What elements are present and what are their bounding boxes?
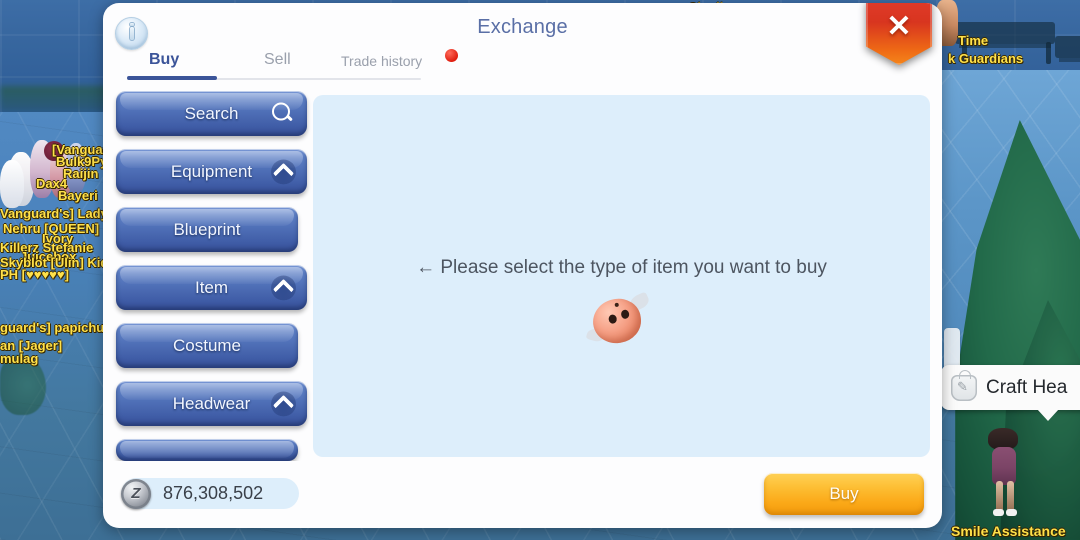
- player-name-label: mulag: [0, 351, 39, 366]
- chevron-up-icon: [271, 391, 296, 416]
- sidebar-item-costume[interactable]: Costume: [116, 323, 298, 368]
- player-sprite: [0, 160, 24, 208]
- sidebar-item-item[interactable]: Item: [116, 265, 307, 310]
- sidebar-item-label: Costume: [172, 335, 242, 355]
- player-name-label: Raijin: [63, 166, 99, 181]
- poring-eye: [608, 314, 618, 325]
- tab-active-indicator: [127, 76, 217, 80]
- tab-trade-history[interactable]: Trade history: [341, 53, 422, 69]
- player-name-label: Time: [958, 33, 989, 48]
- currency-display: Z 876,308,502: [121, 478, 299, 509]
- buy-button[interactable]: Buy: [764, 473, 924, 515]
- sidebar-item-equipment[interactable]: Equipment: [116, 149, 307, 194]
- craft-tooltip[interactable]: Craft Hea: [941, 365, 1080, 421]
- player-name-label: Bayeri: [58, 188, 98, 203]
- poring-mascot-icon: [585, 291, 651, 347]
- close-icon: ✕: [886, 10, 912, 43]
- buy-button-label: Buy: [829, 484, 859, 503]
- player-name-label: k Guardians: [948, 51, 1024, 66]
- sidebar-item-search[interactable]: Search: [116, 91, 307, 136]
- item-list-area: ← Please select the type of item you wan…: [313, 95, 930, 457]
- sidebar-item-label: Equipment: [170, 161, 253, 181]
- sidebar-item-headwear[interactable]: Headwear: [116, 381, 307, 426]
- chevron-up-icon: [271, 275, 296, 300]
- bench-decor: [1055, 36, 1080, 58]
- player-name-label: PH [♥♥♥♥♥]: [0, 267, 69, 282]
- npc-sprite: [1006, 509, 1017, 516]
- zeny-coin-icon: Z: [121, 478, 151, 509]
- game-screen: [Vanguard Bulk9Pyn Raijin Dax4 Bayeri Vanguar…: [0, 0, 1080, 540]
- dialog-header: Exchange: [103, 3, 942, 51]
- sidebar-item-label: Item: [194, 277, 229, 297]
- sidebar-item-next-partial[interactable]: [116, 439, 298, 461]
- magnifier-icon: [271, 101, 296, 126]
- tab-sell[interactable]: Sell: [264, 51, 291, 69]
- sidebar-item-label: Blueprint: [173, 219, 241, 239]
- npc-sprite: [993, 509, 1004, 516]
- sidebar-item-label: Headwear: [172, 393, 251, 413]
- craft-tooltip-label: Craft Hea: [986, 376, 1068, 398]
- close-button[interactable]: ✕: [866, 3, 932, 65]
- npc-name-label: Smile Assistance: [951, 523, 1066, 539]
- empty-state-message: ← Please select the type of item you wan…: [416, 257, 827, 278]
- exchange-dialog: Exchange ✕ Buy Sell Trade history Search…: [103, 3, 942, 528]
- category-sidebar[interactable]: Search Equipment Blueprint Item Costume …: [111, 91, 316, 461]
- sidebar-item-blueprint[interactable]: Blueprint: [116, 207, 298, 252]
- trade-history-badge-icon: [445, 49, 458, 62]
- chevron-up-icon: [271, 159, 296, 184]
- sidebar-item-label: Search: [184, 103, 239, 123]
- page-title: Exchange: [477, 16, 568, 38]
- bench-leg-decor: [1046, 42, 1051, 64]
- coin-symbol: Z: [131, 485, 141, 502]
- craft-bag-icon: [951, 369, 977, 401]
- close-badge-shape: ✕: [866, 3, 932, 65]
- currency-amount: 876,308,502: [163, 483, 264, 503]
- player-name-label: guard's] papichulo: [0, 320, 116, 335]
- npc-sprite: [992, 447, 1016, 485]
- tab-buy[interactable]: Buy: [149, 51, 179, 69]
- poring-eye: [620, 309, 630, 320]
- tab-bar: Buy Sell Trade history: [127, 49, 458, 83]
- poring-dot: [614, 302, 620, 308]
